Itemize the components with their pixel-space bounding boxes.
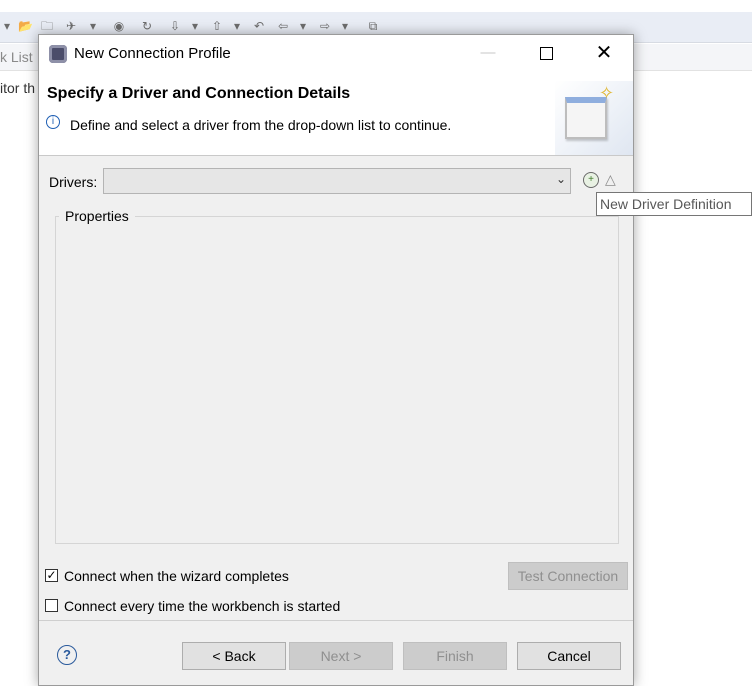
properties-label: Properties: [59, 208, 135, 224]
tab-task-list[interactable]: k List: [0, 49, 33, 65]
close-button[interactable]: ✕: [581, 38, 627, 68]
dropdown-arrow-icon[interactable]: ▾: [86, 19, 100, 33]
sparkle-icon: ✧: [599, 83, 615, 103]
info-icon: i: [46, 115, 60, 129]
dropdown-arrow-icon[interactable]: ▾: [188, 19, 202, 33]
right-arrow-icon[interactable]: ⇨: [318, 19, 332, 33]
new-connection-profile-dialog: New Connection Profile — ✕ Specify a Dri…: [38, 34, 634, 686]
wizard-description: Define and select a driver from the drop…: [70, 117, 452, 133]
wizard-title: Specify a Driver and Connection Details: [47, 85, 351, 102]
dialog-title: New Connection Profile: [74, 45, 231, 62]
open-folder-icon[interactable]: 📂: [18, 19, 33, 33]
minimize-button[interactable]: —: [465, 38, 511, 68]
external-icon[interactable]: ⧉: [366, 19, 380, 33]
connect-every-time-checkbox[interactable]: [45, 599, 58, 612]
connect-when-complete-label[interactable]: Connect when the wizard completes: [64, 568, 289, 584]
test-connection-button[interactable]: Test Connection: [508, 562, 628, 590]
wizard-header: Specify a Driver and Connection Details …: [39, 71, 633, 156]
back-history-icon[interactable]: ↶: [252, 19, 266, 33]
maximize-button[interactable]: [523, 38, 569, 68]
refresh-icon[interactable]: ↻: [140, 19, 154, 33]
dropdown-arrow-icon[interactable]: ▾: [338, 19, 352, 33]
dropdown-arrow-icon[interactable]: ▾: [0, 19, 14, 33]
finish-button[interactable]: Finish: [403, 642, 507, 670]
new-driver-definition-icon[interactable]: +: [583, 172, 599, 188]
connect-every-time-label[interactable]: Connect every time the workbench is star…: [64, 598, 340, 614]
drivers-label: Drivers:: [49, 174, 98, 190]
next-button[interactable]: Next >: [289, 642, 393, 670]
editor-text: itor th: [0, 80, 36, 96]
help-icon[interactable]: ?: [57, 645, 77, 665]
dialog-titlebar: New Connection Profile — ✕: [39, 35, 633, 71]
drivers-dropdown[interactable]: ⌄: [103, 168, 571, 194]
wizard-banner-image: ✧: [555, 81, 633, 155]
dropdown-arrow-icon[interactable]: ▾: [230, 19, 244, 33]
globe-icon[interactable]: ◉: [112, 19, 126, 33]
back-button[interactable]: < Back: [182, 642, 286, 670]
upload-icon[interactable]: ⇧: [210, 19, 224, 33]
eclipse-app-icon: [49, 45, 67, 63]
edit-driver-definition-icon[interactable]: △: [605, 171, 616, 188]
download-icon[interactable]: ⇩: [168, 19, 182, 33]
cancel-button[interactable]: Cancel: [517, 642, 621, 670]
new-driver-definition-tooltip: New Driver Definition: [596, 192, 752, 216]
button-bar-separator: [39, 620, 633, 621]
connect-when-complete-checkbox[interactable]: ✓: [45, 569, 58, 582]
chevron-down-icon: ⌄: [555, 172, 566, 186]
rocket-icon[interactable]: ✈: [64, 19, 78, 33]
folder-icon[interactable]: 🗀: [40, 19, 54, 33]
properties-group: [55, 216, 619, 544]
dropdown-arrow-icon[interactable]: ▾: [296, 19, 310, 33]
maximize-icon: [539, 46, 553, 60]
left-arrow-icon[interactable]: ⇦: [276, 19, 290, 33]
